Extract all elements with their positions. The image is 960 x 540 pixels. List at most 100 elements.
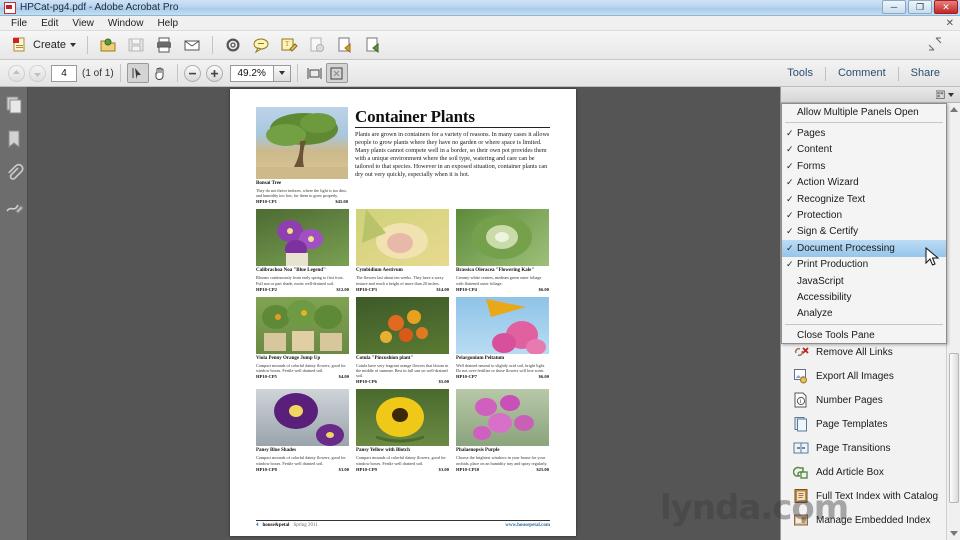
email-button[interactable] [178, 33, 206, 57]
dropdown-label: Allow Multiple Panels Open [797, 106, 919, 118]
dropdown-item-pages[interactable]: ✓ Pages [782, 125, 946, 141]
sign-button[interactable]: T [275, 33, 303, 57]
page-thumbnails-icon[interactable] [4, 95, 24, 115]
menu-item-help[interactable]: Help [150, 16, 185, 31]
dropdown-label: Document Processing [797, 242, 895, 254]
page-content: Bonsai Tree They do not thrive indoors, … [256, 107, 550, 527]
number-pages-icon: i [793, 392, 809, 408]
tool-add-article-box[interactable]: Add Article Box [781, 460, 947, 484]
entry-sku: HP10-CP9 [356, 466, 377, 472]
signatures-icon[interactable] [4, 197, 24, 217]
tool-manage-embedded-index[interactable]: Manage Embedded Index [781, 508, 947, 532]
entry-price: $6.00 [538, 286, 549, 292]
expand-toolbar-button[interactable] [922, 33, 950, 57]
zoom-in-icon[interactable] [205, 64, 223, 82]
entry-photo [356, 209, 449, 267]
tool-label: Number Pages [816, 394, 883, 406]
dropdown-item-print-production[interactable]: ✓ Print Production [782, 257, 946, 273]
previous-page-icon[interactable] [8, 64, 25, 82]
document-close-icon[interactable]: ✕ [946, 18, 954, 29]
scrollbar-thumb[interactable] [949, 353, 959, 503]
dropdown-item-allow-multiple-panels[interactable]: Allow Multiple Panels Open [782, 104, 946, 120]
tab-comment[interactable]: Comment [826, 60, 898, 87]
select-tool-icon[interactable] [126, 63, 149, 83]
tool-label: Page Templates [816, 418, 888, 430]
page-number-input[interactable]: 4 [51, 64, 77, 82]
tool-page-templates[interactable]: Page Templates [781, 412, 947, 436]
dropdown-item-analyze[interactable]: Analyze [782, 306, 946, 322]
secure-button[interactable] [303, 33, 331, 57]
document-processing-tool-list: Remove All Links Export All Images i Num… [781, 340, 947, 532]
entry-name: Calibrachoa Noa "Blue Legend" [256, 268, 326, 274]
entry-footer: HP10-CP3 $14.00 [356, 287, 449, 292]
check-icon: ✓ [786, 210, 794, 221]
export-icon [336, 36, 354, 54]
document-canvas[interactable]: Bonsai Tree They do not thrive indoors, … [28, 87, 780, 540]
attachments-icon[interactable] [4, 163, 24, 183]
panel-options-icon[interactable] [936, 89, 954, 101]
tool-page-transitions[interactable]: Page Transitions [781, 436, 947, 460]
menu-item-file[interactable]: File [4, 16, 34, 31]
tool-export-all-images[interactable]: Export All Images [781, 364, 947, 388]
zoom-control[interactable]: 49.2% [229, 64, 291, 82]
attach-button[interactable] [359, 33, 387, 57]
footer-url[interactable]: www.housepetal.com [505, 523, 550, 528]
save-button[interactable] [122, 33, 150, 57]
create-button[interactable]: Create [6, 33, 81, 57]
print-button[interactable] [150, 33, 178, 57]
settings-button[interactable] [219, 33, 247, 57]
entry-price: $3.00 [438, 466, 449, 472]
zoom-out-icon[interactable] [183, 64, 201, 82]
entry-desc: Compact mounds of colorful dainty flower… [256, 455, 346, 466]
tool-number-pages[interactable]: i Number Pages [781, 388, 947, 412]
page-transitions-icon [793, 440, 809, 456]
scroll-up-icon[interactable] [950, 107, 958, 112]
settings-gear-icon [224, 36, 242, 54]
dropdown-item-forms[interactable]: ✓ Forms [782, 158, 946, 174]
entry-desc: Compact mounds of colorful dainty flower… [256, 362, 346, 374]
scroll-down-icon[interactable] [950, 531, 958, 536]
hero-desc: They do not thrive indoors, where the li… [256, 188, 347, 199]
dropdown-item-protection[interactable]: ✓ Protection [782, 207, 946, 223]
menu-item-view[interactable]: View [65, 16, 101, 31]
zoom-value-input[interactable]: 49.2% [229, 64, 274, 82]
dropdown-label: Sign & Certify [797, 226, 859, 238]
dropdown-item-javascript[interactable]: JavaScript [782, 273, 946, 289]
hero-name: Bonsai Tree [256, 181, 282, 186]
tab-tools[interactable]: Tools [775, 60, 825, 87]
zoom-dropdown-icon[interactable] [273, 64, 291, 82]
dropdown-item-sign-and-certify[interactable]: ✓ Sign & Certify [782, 224, 946, 240]
panel-options-dropdown: Allow Multiple Panels Open ✓ Pages ✓ Con… [781, 103, 947, 345]
remove-links-icon [793, 344, 809, 360]
menu-item-window[interactable]: Window [101, 16, 151, 31]
comment-button[interactable] [247, 33, 275, 57]
pdf-page[interactable]: Bonsai Tree They do not thrive indoors, … [230, 89, 576, 536]
open-file-button[interactable] [94, 33, 122, 57]
dropdown-item-close-tools-pane[interactable]: Close Tools Pane [782, 327, 946, 343]
nav-separator-3 [296, 64, 298, 82]
export-button[interactable] [331, 33, 359, 57]
dropdown-item-action-wizard[interactable]: ✓ Action Wizard [782, 175, 946, 191]
fit-width-icon[interactable] [304, 63, 326, 83]
next-page-icon[interactable] [29, 64, 46, 82]
fit-page-icon[interactable] [325, 63, 348, 83]
title-rule [355, 127, 550, 128]
maximize-button[interactable]: ❐ [908, 0, 932, 14]
hand-tool-icon[interactable] [149, 63, 171, 83]
close-button[interactable]: ✕ [934, 0, 958, 14]
tools-panel-scrollbar[interactable] [946, 103, 960, 540]
tool-full-text-index-with-catalog[interactable]: Full Text Index with Catalog [781, 484, 947, 508]
dropdown-item-document-processing[interactable]: ✓ Document Processing [782, 240, 946, 257]
bookmarks-icon[interactable] [4, 129, 24, 149]
title-bar: HPCat-pg4.pdf - Adobe Acrobat Pro ─ ❐ ✕ [0, 0, 960, 16]
hero-text-block: Container Plants Plants are grown in con… [355, 107, 550, 204]
entry-photo [456, 296, 549, 354]
minimize-button[interactable]: ─ [882, 0, 906, 14]
menu-item-edit[interactable]: Edit [34, 16, 65, 31]
dropdown-label: Forms [797, 160, 826, 172]
dropdown-item-accessibility[interactable]: Accessibility [782, 289, 946, 305]
dropdown-item-content[interactable]: ✓ Content [782, 142, 946, 158]
dropdown-item-recognize-text[interactable]: ✓ Recognize Text [782, 191, 946, 207]
catalog-row-1: Calibrachoa Noa "Blue Legend" Blooms con… [256, 209, 550, 292]
tab-share[interactable]: Share [899, 60, 952, 87]
